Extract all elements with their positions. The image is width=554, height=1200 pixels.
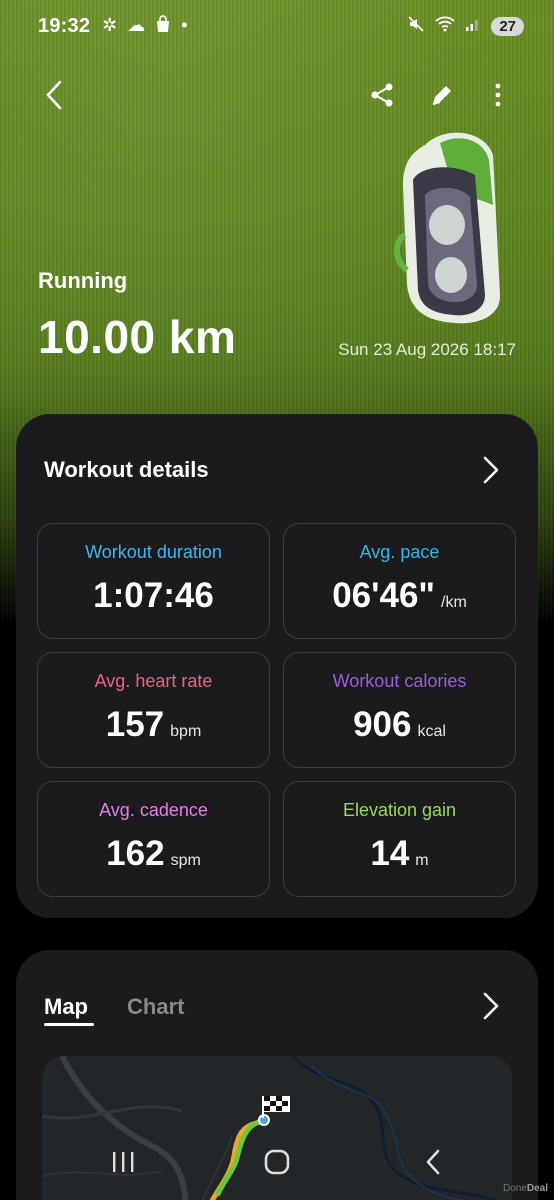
pencil-icon — [432, 86, 451, 105]
tile-label: Workout duration — [85, 542, 222, 562]
tile-unit: /km — [441, 594, 467, 611]
system-navigation-bar — [0, 1130, 554, 1200]
back-button[interactable] — [32, 70, 76, 120]
tile-value: 06'46" — [332, 576, 435, 615]
tile-workout-calories[interactable]: Workout calories 906 kcal — [283, 652, 516, 768]
tile-value: 14 — [370, 834, 410, 873]
battery-level: 27 — [499, 17, 516, 35]
status-time: 19:32 — [38, 14, 91, 37]
edit-button[interactable] — [420, 70, 464, 120]
share-button[interactable] — [360, 70, 404, 120]
dot-icon: • — [181, 14, 188, 35]
tile-label: Avg. cadence — [99, 800, 208, 820]
workout-details-title: Workout details — [44, 457, 209, 482]
status-notification-icons: ✲ ☁ • — [102, 15, 187, 38]
tile-unit: spm — [170, 852, 201, 869]
tile-value: 162 — [106, 834, 165, 873]
watermark-part1: Done — [502, 1183, 527, 1194]
more-options-button[interactable] — [476, 70, 520, 120]
battery-indicator: 27 — [491, 16, 524, 36]
workout-details-card: Workout details Workout duration 1:07:46… — [16, 414, 538, 918]
watermark: DoneDeal — [503, 1183, 548, 1194]
system-back-button[interactable] — [408, 1142, 458, 1182]
tab-map[interactable]: Map — [44, 994, 88, 1020]
recent-apps-icon — [113, 1152, 134, 1172]
tile-elevation-gain[interactable]: Elevation gain 14 m — [283, 781, 516, 897]
tile-unit: kcal — [417, 723, 446, 740]
share-icon — [371, 83, 393, 107]
tile-label: Avg. heart rate — [94, 671, 213, 691]
tile-value-row: 157 bpm — [38, 705, 269, 745]
tile-unit: m — [415, 852, 429, 869]
signal-icon — [465, 16, 481, 37]
map-open-button[interactable] — [476, 990, 506, 1022]
home-button[interactable] — [252, 1142, 302, 1182]
tile-avg-heart-rate[interactable]: Avg. heart rate 157 bpm — [37, 652, 270, 768]
wifi-icon — [435, 16, 455, 37]
distance-value: 10.00 km — [38, 311, 237, 363]
running-shoe-image — [394, 132, 501, 324]
tile-label: Workout calories — [332, 671, 467, 691]
toolbar — [0, 70, 554, 120]
tile-value-row: 14 m — [284, 834, 515, 874]
active-tab-indicator — [44, 1023, 94, 1026]
activity-type: Running — [38, 268, 128, 293]
tile-value-row: 162 spm — [38, 834, 269, 874]
chevron-right-icon — [483, 992, 499, 1020]
status-system-icons: 27 — [407, 15, 524, 38]
mute-icon — [407, 15, 425, 38]
tile-value: 1:07:46 — [93, 576, 214, 615]
tile-avg-pace[interactable]: Avg. pace 06'46" /km — [283, 523, 516, 639]
tile-value: 906 — [353, 705, 412, 744]
chevron-left-icon — [46, 80, 62, 110]
back-icon — [426, 1149, 440, 1175]
tile-value-row: 06'46" /km — [284, 576, 515, 616]
tile-avg-cadence[interactable]: Avg. cadence 162 spm — [37, 781, 270, 897]
shopping-bag-icon — [155, 14, 171, 38]
tile-unit: bpm — [170, 723, 202, 740]
tile-value: 157 — [105, 705, 165, 744]
status-bar: 19:32 ✲ ☁ • 27 — [0, 0, 554, 52]
pinwheel-icon: ✲ — [102, 14, 118, 35]
workout-details-open-button[interactable] — [476, 454, 506, 486]
tab-chart[interactable]: Chart — [127, 994, 184, 1020]
tile-label: Elevation gain — [342, 800, 457, 820]
watermark-part2: Deal — [526, 1183, 548, 1194]
tile-workout-duration[interactable]: Workout duration 1:07:46 — [37, 523, 270, 639]
weather-icon: ☁ — [127, 14, 146, 35]
workout-datetime: Sun 23 Aug 2026 18:17 — [338, 340, 516, 359]
tile-label: Avg. pace — [359, 542, 440, 562]
more-vertical-icon — [495, 83, 501, 107]
home-icon — [264, 1149, 290, 1175]
chevron-right-icon — [483, 456, 499, 484]
tile-value-row: 906 kcal — [284, 705, 515, 745]
recent-apps-button[interactable] — [98, 1142, 148, 1182]
tile-value-row: 1:07:46 — [38, 576, 269, 616]
